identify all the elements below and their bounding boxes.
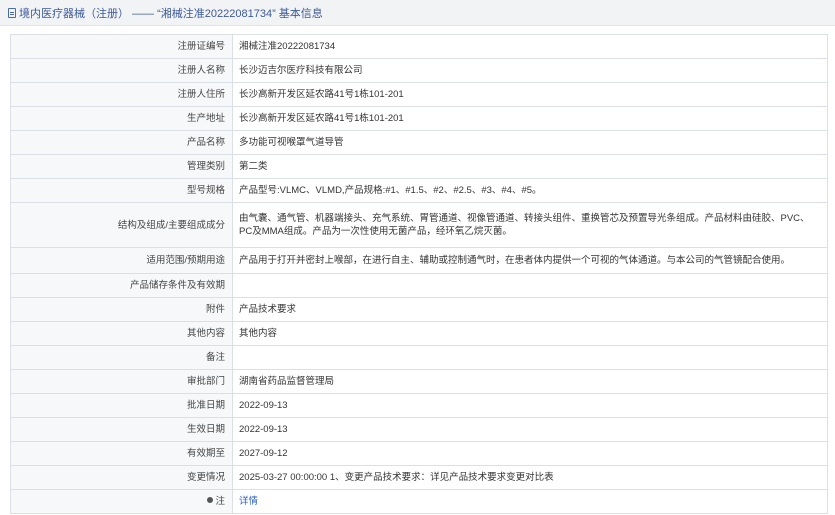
row-value: 2022-09-13 <box>232 393 828 418</box>
row-label: 产品储存条件及有效期 <box>10 273 233 298</box>
row-label: 注 <box>10 489 233 514</box>
row-value <box>232 345 828 370</box>
footer-label: 注 <box>215 496 225 507</box>
table-row: 备注 <box>10 345 828 370</box>
row-value: 湘械注准20222081734 <box>232 34 828 59</box>
info-table-container: 注册证编号 湘械注准20222081734 注册人名称 长沙迈吉尔医疗科技有限公司 … <box>10 34 828 514</box>
row-label: 注册证编号 <box>10 34 233 59</box>
row-label: 审批部门 <box>10 369 233 394</box>
row-value: 多功能可视喉罩气道导管 <box>232 130 828 155</box>
row-value: 由气囊、通气管、机器端接头、充气系统、胃管通道、视像管通道、转接头组件、重换管芯… <box>232 202 828 248</box>
row-value: 湖南省药品监督管理局 <box>232 369 828 394</box>
row-value: 长沙高新开发区延农路41号1栋101-201 <box>232 106 828 131</box>
row-value: 其他内容 <box>232 321 828 346</box>
table-row: 变更情况 2025-03-27 00:00:00 1、变更产品技术要求：详见产品技… <box>10 465 828 490</box>
row-label: 有效期至 <box>10 441 233 466</box>
table-row: 注 详情 <box>10 489 828 514</box>
row-value: 详情 <box>232 489 828 514</box>
table-row: 批准日期 2022-09-13 <box>10 393 828 418</box>
row-value: 2027-09-12 <box>232 441 828 466</box>
table-row: 管理类别 第二类 <box>10 154 828 179</box>
table-row: 其他内容 其他内容 <box>10 321 828 346</box>
table-row: 注册人名称 长沙迈吉尔医疗科技有限公司 <box>10 58 828 83</box>
table-row: 型号规格 产品型号:VLMC、VLMD,产品规格:#1、#1.5、#2、#2.5、… <box>10 178 828 203</box>
row-label: 生产地址 <box>10 106 233 131</box>
row-value: 第二类 <box>232 154 828 179</box>
table-row: 生效日期 2022-09-13 <box>10 417 828 442</box>
table-row: 生产地址 长沙高新开发区延农路41号1栋101-201 <box>10 106 828 131</box>
row-label: 产品名称 <box>10 130 233 155</box>
row-value: 长沙迈吉尔医疗科技有限公司 <box>232 58 828 83</box>
table-row: 适用范围/预期用途 产品用于打开并密封上喉部，在进行自主、辅助或控制通气时，在患者… <box>10 247 828 274</box>
info-table: 注册证编号 湘械注准20222081734 注册人名称 长沙迈吉尔医疗科技有限公司 … <box>10 34 828 514</box>
row-label: 型号规格 <box>10 178 233 203</box>
document-icon <box>8 7 16 18</box>
row-label: 批准日期 <box>10 393 233 418</box>
row-value: 产品技术要求 <box>232 297 828 322</box>
row-value: 产品型号:VLMC、VLMD,产品规格:#1、#1.5、#2、#2.5、#3、#… <box>232 178 828 203</box>
row-label: 管理类别 <box>10 154 233 179</box>
row-label: 结构及组成/主要组成成分 <box>10 202 233 248</box>
row-label: 适用范围/预期用途 <box>10 247 233 274</box>
breadcrumb: 境内医疗器械（注册） —— “湘械注准20222081734” 基本信息 <box>0 0 835 26</box>
row-label: 附件 <box>10 297 233 322</box>
row-value: 产品用于打开并密封上喉部，在进行自主、辅助或控制通气时，在患者体内提供一个可视的… <box>232 247 828 274</box>
pin-icon <box>207 497 214 504</box>
row-label: 生效日期 <box>10 417 233 442</box>
table-row: 有效期至 2027-09-12 <box>10 441 828 466</box>
table-row: 产品名称 多功能可视喉罩气道导管 <box>10 130 828 155</box>
row-label: 其他内容 <box>10 321 233 346</box>
row-value <box>232 273 828 298</box>
breadcrumb-text: 境内医疗器械（注册） —— “湘械注准20222081734” 基本信息 <box>19 7 323 20</box>
row-label: 注册人名称 <box>10 58 233 83</box>
row-value: 2022-09-13 <box>232 417 828 442</box>
table-row: 附件 产品技术要求 <box>10 297 828 322</box>
table-row: 注册人住所 长沙高新开发区延农路41号1栋101-201 <box>10 82 828 107</box>
table-row: 审批部门 湖南省药品监督管理局 <box>10 369 828 394</box>
row-label: 备注 <box>10 345 233 370</box>
details-link[interactable]: 详情 <box>239 496 258 507</box>
row-label: 变更情况 <box>10 465 233 490</box>
table-row: 注册证编号 湘械注准20222081734 <box>10 34 828 59</box>
table-row: 产品储存条件及有效期 <box>10 273 828 298</box>
row-label: 注册人住所 <box>10 82 233 107</box>
table-row: 结构及组成/主要组成成分 由气囊、通气管、机器端接头、充气系统、胃管通道、视像管通… <box>10 202 828 248</box>
row-value: 2025-03-27 00:00:00 1、变更产品技术要求：详见产品技术要求变… <box>232 465 828 490</box>
row-value: 长沙高新开发区延农路41号1栋101-201 <box>232 82 828 107</box>
